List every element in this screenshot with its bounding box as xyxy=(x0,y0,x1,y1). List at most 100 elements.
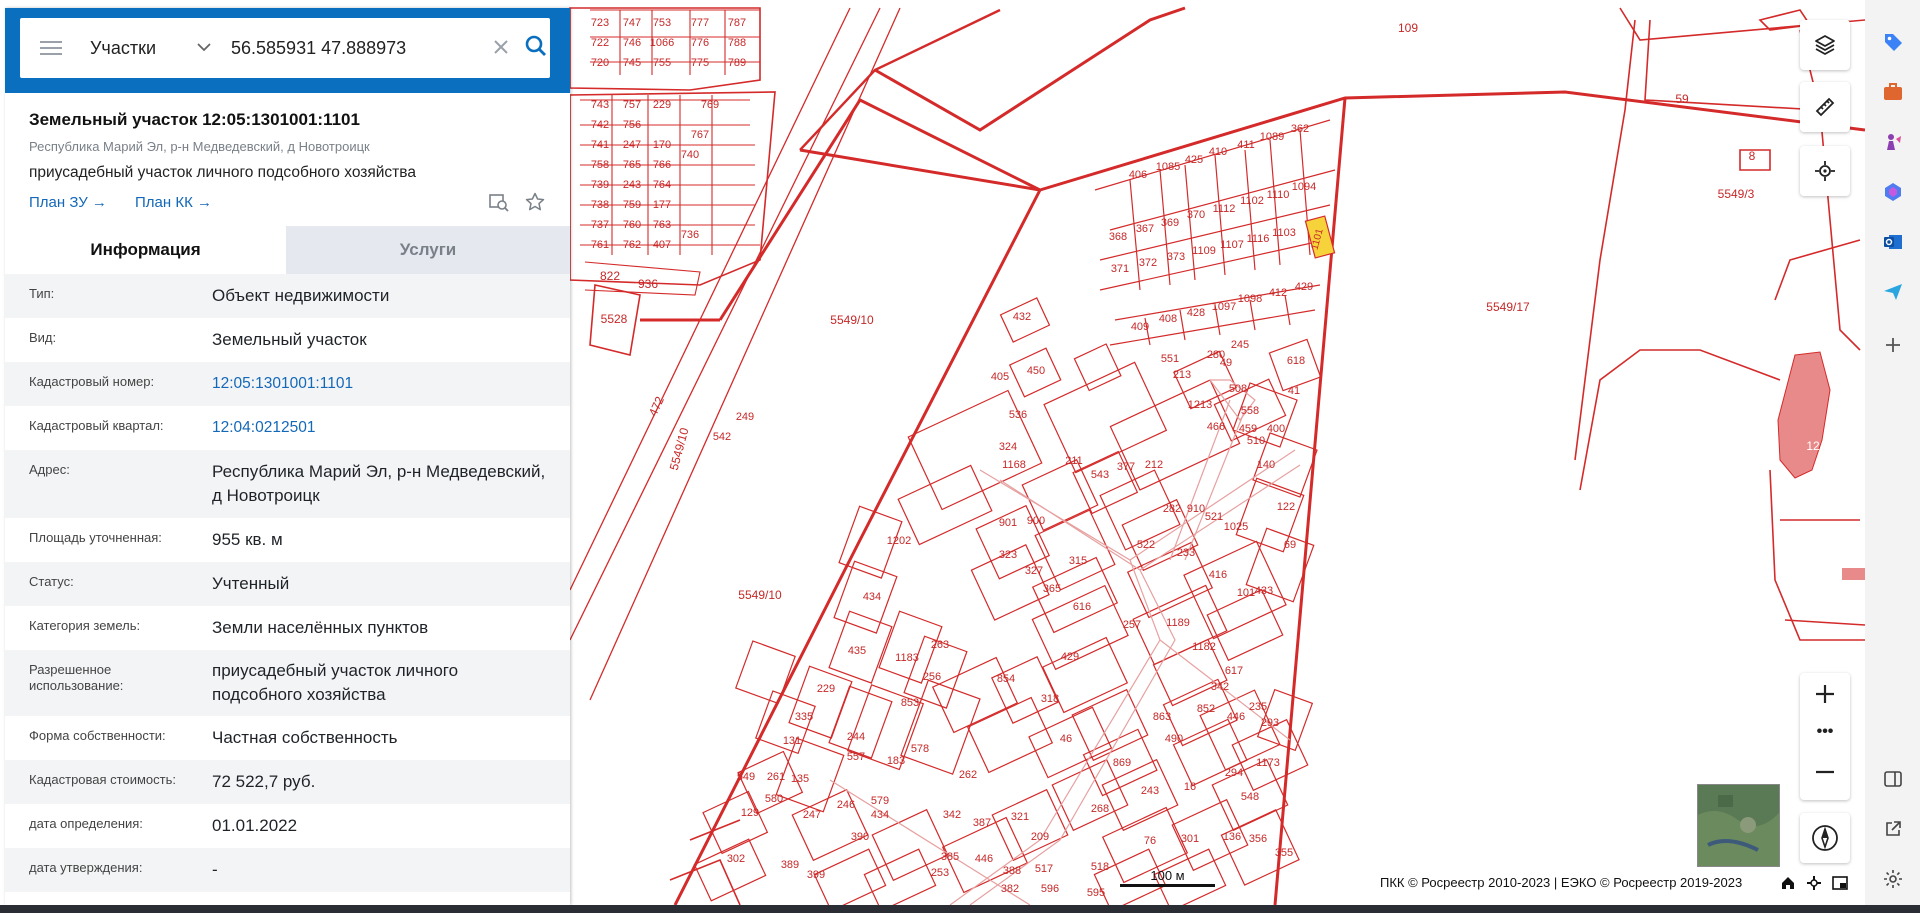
info-row-status: Статус: Учтенный xyxy=(5,562,570,606)
satellite-minimap[interactable] xyxy=(1697,784,1780,867)
row-label: Тип: xyxy=(29,286,55,301)
chess-icon[interactable] xyxy=(1881,130,1905,154)
parcel-number-label: 247 xyxy=(803,809,821,821)
parcel-number-label: 518 xyxy=(1091,861,1109,873)
star-icon[interactable] xyxy=(525,192,545,212)
collapse-icon[interactable] xyxy=(569,36,570,62)
parcel-number-label: 425 xyxy=(1185,154,1203,166)
parcel-number-label: 723 xyxy=(591,17,609,29)
cadastral-number-link[interactable]: 12:05:1301001:1101 xyxy=(212,364,552,404)
zoom-out-button[interactable] xyxy=(1800,751,1850,793)
plan-kk-label: План КК xyxy=(135,194,193,211)
search-box: Участки 56.585931 47.888973 xyxy=(20,18,550,78)
row-value: 955 кв. м xyxy=(212,530,283,549)
clear-icon[interactable] xyxy=(493,35,509,61)
parcel-title: Земельный участок 12:05:1301001:1101 xyxy=(29,110,360,129)
label-12: 12 xyxy=(1806,439,1820,453)
parcel-number-label: 596 xyxy=(1041,883,1059,895)
parcel-number-label: 16 xyxy=(1184,781,1196,793)
plan-kk-link[interactable]: План КК → xyxy=(135,194,212,211)
parcel-number-label: 399 xyxy=(807,869,825,881)
cadastral-quarter-link[interactable]: 12:04:0212501 xyxy=(212,408,552,448)
parcel-number-label: 367 xyxy=(1136,223,1154,235)
sidebar-toggle-icon[interactable] xyxy=(1881,767,1905,791)
ruler-button[interactable] xyxy=(1800,82,1850,132)
search-input[interactable]: 56.585931 47.888973 xyxy=(231,38,481,59)
parcel-number-label: 435 xyxy=(848,645,866,657)
info-row-kind: Вид: Земельный участок xyxy=(5,318,570,362)
parcel-number-label: 767 xyxy=(691,129,709,141)
tag-icon[interactable] xyxy=(1881,30,1905,54)
parcel-number-label: 579 xyxy=(871,795,889,807)
briefcase-icon[interactable] xyxy=(1881,80,1905,104)
row-value: Объект недвижимости xyxy=(212,286,390,305)
parcel-number-label: 618 xyxy=(1287,355,1305,367)
layers-button[interactable] xyxy=(1800,20,1850,70)
arrow-right-icon: → xyxy=(91,194,107,211)
parcel-number-label: 410 xyxy=(1209,146,1227,158)
row-label: Вид: xyxy=(29,330,57,345)
attribution-icons xyxy=(1780,875,1848,891)
external-link-icon[interactable] xyxy=(1881,817,1905,841)
label-936: 936 xyxy=(638,277,658,291)
zoom-controls: ••• xyxy=(1800,673,1850,800)
send-icon[interactable] xyxy=(1881,280,1905,304)
parcel-number-label: 318 xyxy=(1041,693,1059,705)
parcel-number-label: 787 xyxy=(728,17,746,29)
arrow-right-icon: → xyxy=(196,194,212,211)
tab-services[interactable]: Услуги xyxy=(286,226,570,274)
parcel-number-label: 177 xyxy=(653,199,671,211)
parcel-number-label: 1110 xyxy=(1267,189,1290,201)
parcel-number-label: 854 xyxy=(997,673,1015,685)
parcel-number-label: 775 xyxy=(691,57,709,69)
outlook-icon[interactable] xyxy=(1881,230,1905,254)
settings-icon[interactable] xyxy=(1881,867,1905,891)
layer-select[interactable]: Участки xyxy=(90,38,185,59)
parcel-number-label: 407 xyxy=(653,239,671,251)
row-label: Кадастровый квартал: xyxy=(29,418,164,433)
parcel-number-label: 1116 xyxy=(1247,233,1270,245)
row-label: Площадь уточненная: xyxy=(29,530,162,545)
plan-zu-link[interactable]: План ЗУ → xyxy=(29,194,107,211)
tab-info[interactable]: Информация xyxy=(5,226,286,274)
parcel-number-label: 247 xyxy=(623,139,641,151)
row-value: 01.01.2022 xyxy=(212,816,298,835)
parcel-number-label: 294 xyxy=(1225,767,1243,779)
parcel-number-label: 372 xyxy=(1139,257,1157,269)
search-icon[interactable] xyxy=(525,35,547,62)
label-5549-10: 5549/10 xyxy=(738,588,782,602)
parcel-number-label: 557 xyxy=(847,751,865,763)
locate-button[interactable] xyxy=(1800,146,1850,196)
fullscreen-icon[interactable] xyxy=(1832,875,1848,891)
compass-button[interactable] xyxy=(1800,813,1850,863)
parcel-number-label: 1102 xyxy=(1240,195,1264,207)
parcel-number-label: 356 xyxy=(1249,833,1267,845)
menu-icon[interactable] xyxy=(40,41,62,55)
more-icon[interactable]: ••• xyxy=(1800,717,1850,747)
parcel-number-label: 213 xyxy=(1173,369,1191,381)
copilot-icon[interactable] xyxy=(1881,180,1905,204)
zoom-in-button[interactable] xyxy=(1800,673,1850,715)
label-5549-10: 5549/10 xyxy=(830,313,874,327)
parcel-number-label: 746 xyxy=(623,37,641,49)
parcel-number-label: 459 xyxy=(1239,423,1257,435)
add-icon[interactable] xyxy=(1881,333,1905,357)
parcel-number-label: 536 xyxy=(1009,409,1027,421)
parcel-number-label: 411 xyxy=(1237,139,1255,151)
parcel-number-label: 743 xyxy=(591,99,609,111)
crosshair-icon[interactable] xyxy=(1806,875,1822,891)
parcel-number-label: 543 xyxy=(1091,469,1109,481)
parcel-number-label: 136 xyxy=(1223,831,1241,843)
find-on-map-icon[interactable] xyxy=(489,192,509,212)
parcel-number-label: 268 xyxy=(1091,803,1109,815)
home-icon[interactable] xyxy=(1780,875,1796,891)
parcel-number-label: 412 xyxy=(1269,287,1287,299)
parcel-number-label: 49 xyxy=(1220,357,1232,369)
parcel-number-label: 549 xyxy=(737,771,755,783)
parcel-number-label: 229 xyxy=(653,99,671,111)
chevron-down-icon[interactable] xyxy=(197,39,211,57)
label-5549-17: 5549/17 xyxy=(1486,300,1530,314)
parcel-number-label: 408 xyxy=(1159,313,1177,325)
parcel-number-label: 747 xyxy=(623,17,641,29)
info-row-ownership: Форма собственности: Частная собственнос… xyxy=(5,716,570,760)
